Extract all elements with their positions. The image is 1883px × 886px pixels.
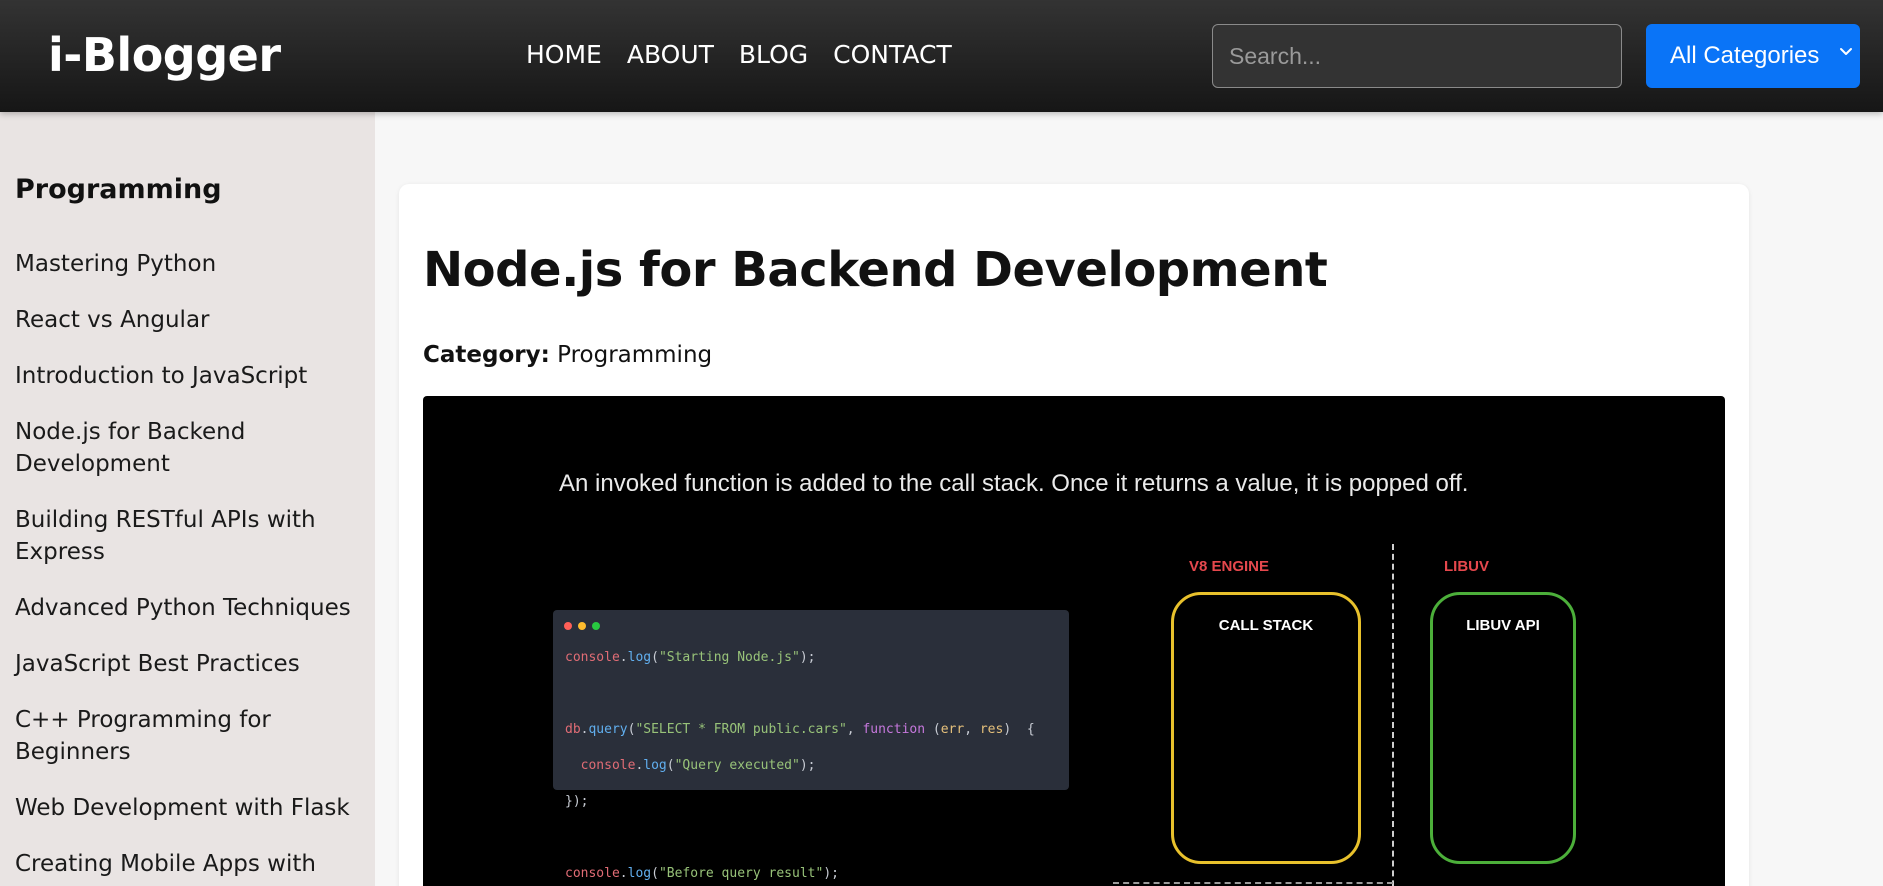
chevron-down-icon xyxy=(1840,48,1852,55)
code-token: log xyxy=(627,866,652,881)
code-line: console.log("Starting Node.js"); xyxy=(565,650,816,665)
libuv-api-box: LIBUV API xyxy=(1430,592,1576,864)
call-stack-label: CALL STACK xyxy=(1218,617,1314,634)
code-token: "SELECT * FROM public.cars" xyxy=(635,722,847,737)
red-dot-icon xyxy=(564,622,572,630)
call-stack-box: CALL STACK xyxy=(1171,592,1361,864)
code-token: console xyxy=(565,650,620,665)
post-category: Category: Programming xyxy=(423,342,712,368)
search-input[interactable] xyxy=(1212,24,1622,88)
code-token: log xyxy=(643,758,667,773)
code-window: console.log("Starting Node.js"); db.quer… xyxy=(553,610,1069,881)
code-token: function xyxy=(862,722,926,737)
libuv-api-label: LIBUV API xyxy=(1466,617,1540,634)
code-line: console.log("Before query result"); xyxy=(565,866,839,881)
sidebar-item-cpp-beginners[interactable]: C++ Programming for Beginners xyxy=(15,704,365,768)
post-category-label: Category: xyxy=(423,342,550,368)
sidebar-post-list: Mastering Python React vs Angular Introd… xyxy=(15,248,365,886)
sidebar-item-intro-javascript[interactable]: Introduction to JavaScript xyxy=(15,360,365,392)
sidebar-item-javascript-best-practices[interactable]: JavaScript Best Practices xyxy=(15,648,365,680)
category-select-value: All Categories xyxy=(1670,42,1820,69)
sidebar-item-mobile-apps[interactable]: Creating Mobile Apps with xyxy=(15,848,365,880)
sidebar-item-advanced-python[interactable]: Advanced Python Techniques xyxy=(15,592,365,624)
code-token: err xyxy=(940,722,965,737)
code-token: db xyxy=(565,722,581,737)
code-token: console xyxy=(565,866,620,881)
post-card: Node.js for Backend Development Category… xyxy=(399,184,1749,886)
yellow-dot-icon xyxy=(578,622,586,630)
code-token: console xyxy=(580,758,636,773)
code-token: query xyxy=(588,722,628,737)
sidebar-item-mastering-python[interactable]: Mastering Python xyxy=(15,248,365,280)
sidebar-title: Programming xyxy=(15,174,222,205)
main-nav: HOME ABOUT BLOG CONTACT xyxy=(526,40,977,69)
code-line: }); xyxy=(565,794,589,809)
figure-caption: An invoked function is added to the call… xyxy=(559,470,1469,497)
sidebar-item-nodejs-backend[interactable]: Node.js for Backend Development xyxy=(15,416,365,480)
sidebar-item-web-dev-flask[interactable]: Web Development with Flask xyxy=(15,792,365,824)
window-controls xyxy=(564,622,606,630)
code-token: res xyxy=(979,722,1004,737)
nav-blog-link[interactable]: BLOG xyxy=(739,40,808,69)
post-title: Node.js for Backend Development xyxy=(423,242,1328,298)
code-token: "Starting Node.js" xyxy=(658,650,800,665)
sidebar-item-restful-apis-express[interactable]: Building RESTful APIs with Express xyxy=(15,504,365,568)
green-dot-icon xyxy=(592,622,600,630)
code-token: log xyxy=(627,650,652,665)
site-header: i-Blogger HOME ABOUT BLOG CONTACT All Ca… xyxy=(0,0,1883,112)
sidebar: Programming Mastering Python React vs An… xyxy=(0,112,375,886)
sidebar-item-react-vs-angular[interactable]: React vs Angular xyxy=(15,304,365,336)
libuv-label: LIBUV xyxy=(1444,558,1489,575)
code-block: console.log("Starting Node.js"); db.quer… xyxy=(565,649,1035,883)
code-token: "Before query result" xyxy=(658,866,824,881)
code-line: db.query("SELECT * FROM public.cars", fu… xyxy=(565,722,1035,737)
nav-about-link[interactable]: ABOUT xyxy=(627,40,714,69)
divider-dashed-line xyxy=(1392,544,1394,886)
dashed-baseline xyxy=(1113,882,1393,884)
nav-contact-link[interactable]: CONTACT xyxy=(833,40,952,69)
post-figure-diagram: An invoked function is added to the call… xyxy=(423,396,1725,886)
code-line: console.log("Query executed"); xyxy=(580,758,816,773)
nav-home-link[interactable]: HOME xyxy=(526,40,602,69)
category-select[interactable]: All Categories xyxy=(1646,24,1860,88)
code-token: "Query executed" xyxy=(674,758,800,773)
post-category-value: Programming xyxy=(557,342,713,368)
v8-engine-label: V8 ENGINE xyxy=(1189,558,1270,575)
site-logo[interactable]: i-Blogger xyxy=(48,28,281,82)
